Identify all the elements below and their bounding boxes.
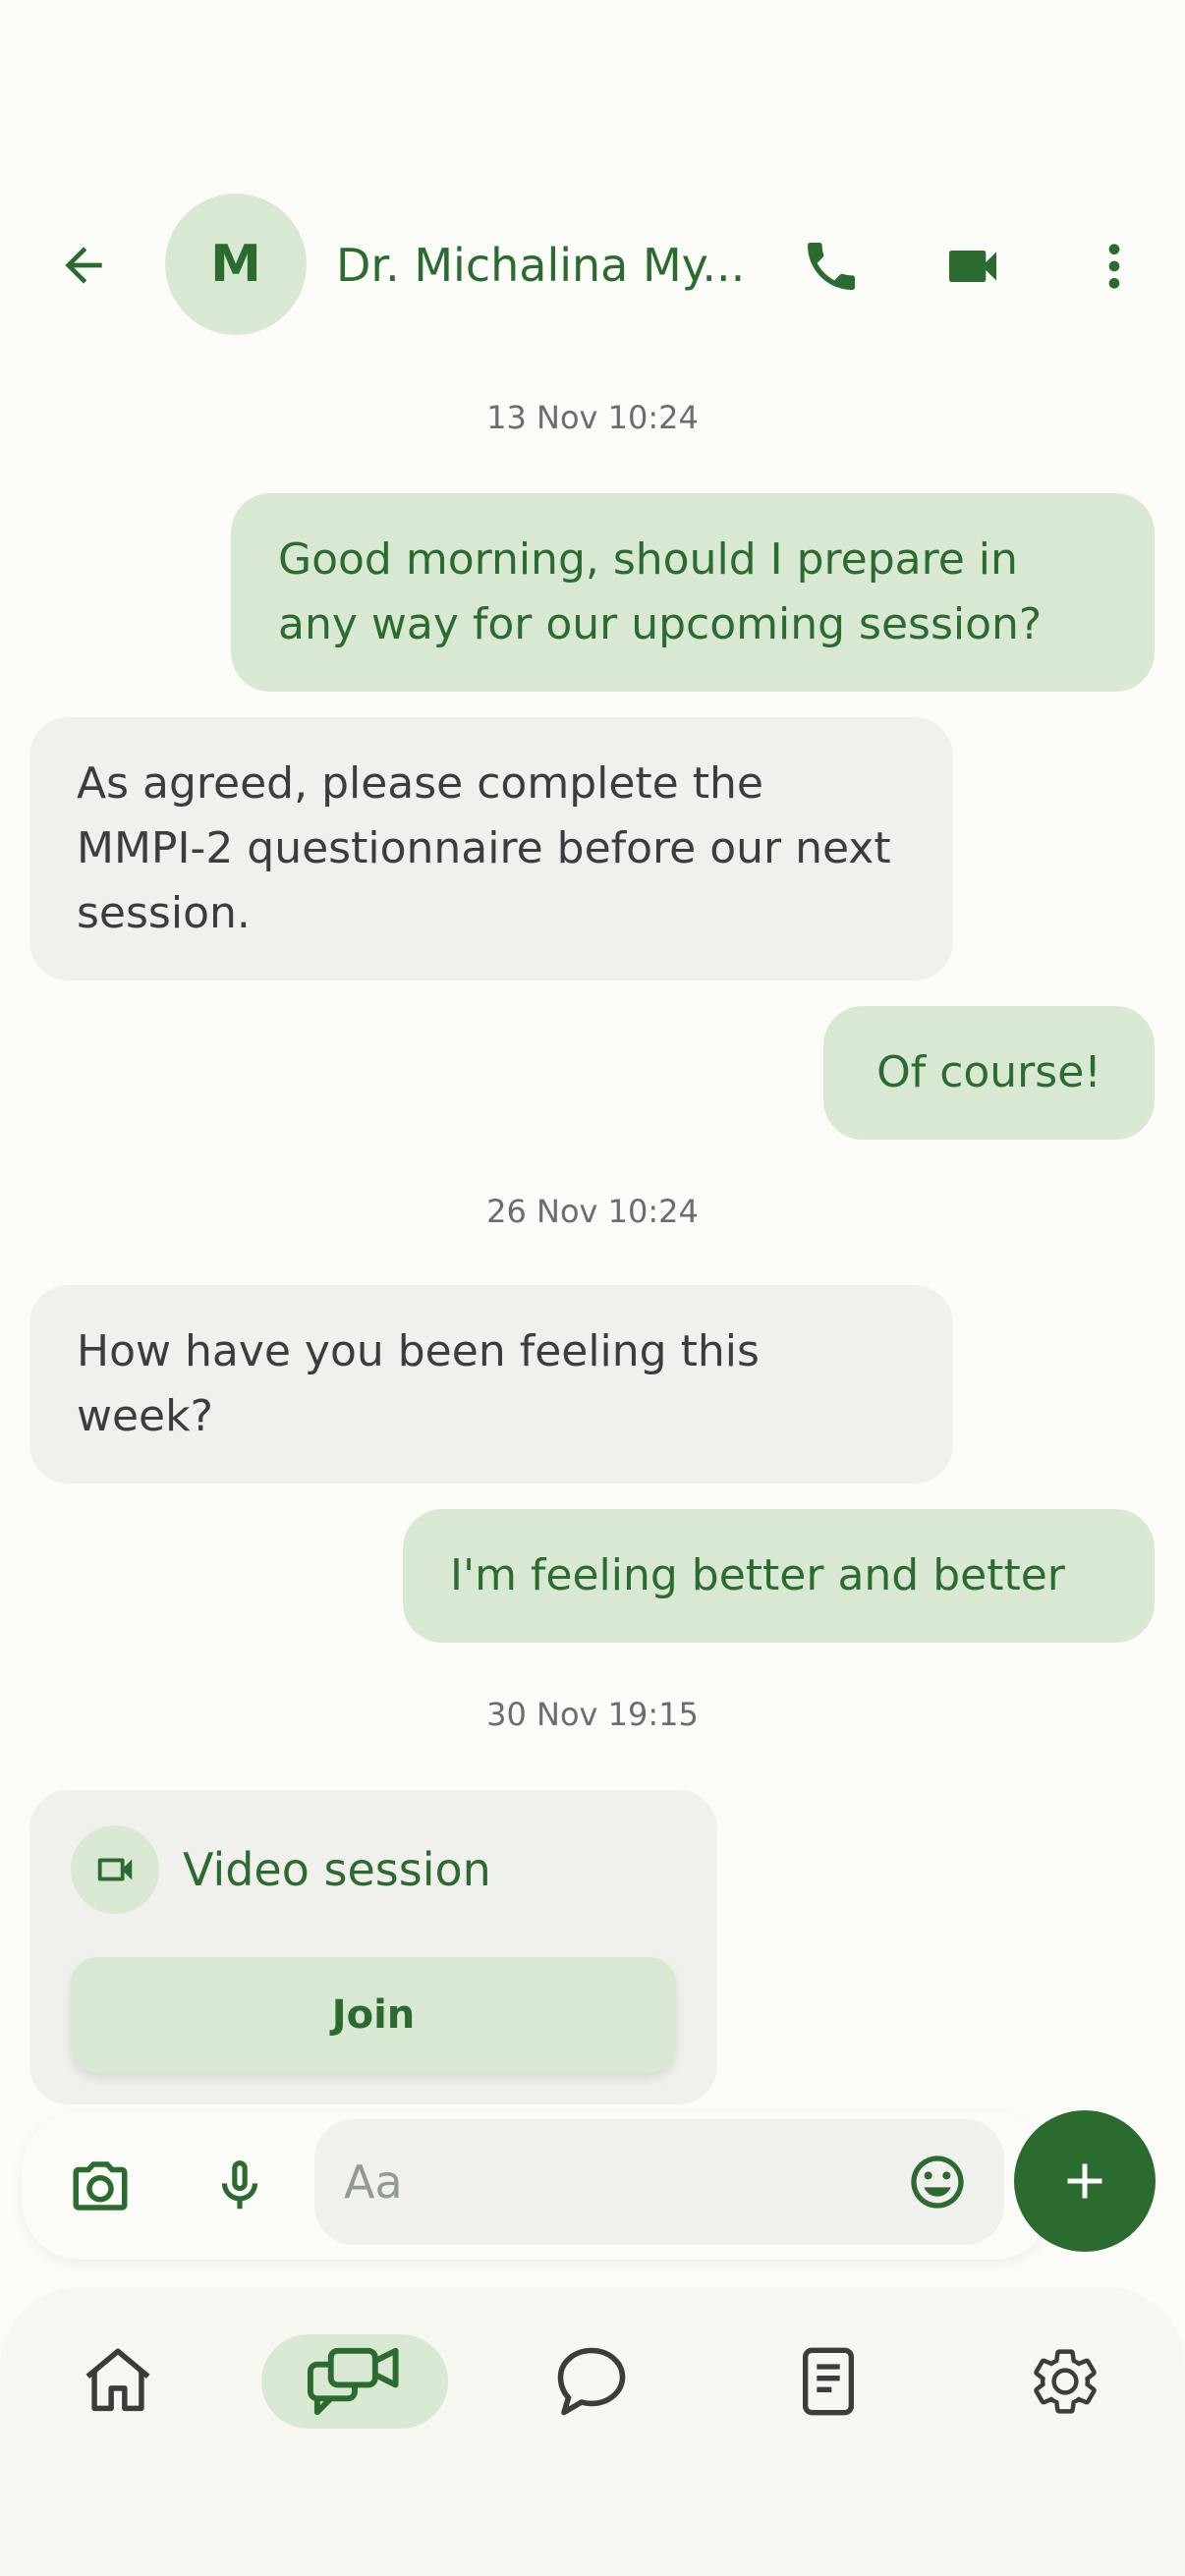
message-incoming[interactable]: How have you been feeling this week?	[29, 1285, 953, 1484]
video-chat-icon	[307, 2347, 399, 2416]
emoji-button[interactable]	[898, 2143, 977, 2221]
camera-icon	[73, 2161, 128, 2211]
timestamp: 30 Nov 19:15	[486, 1696, 699, 1733]
join-button[interactable]: Join	[71, 1957, 676, 2073]
more-options-button[interactable]	[1079, 231, 1150, 302]
chat-bubble-icon	[557, 2347, 626, 2416]
microphone-button[interactable]	[200, 2147, 279, 2225]
timestamp: 13 Nov 10:24	[486, 399, 699, 436]
phone-icon	[808, 243, 855, 290]
message-text: I'm feeling better and better	[450, 1550, 1065, 1600]
bottom-navigation	[0, 2287, 1185, 2576]
video-camera-icon	[949, 251, 996, 282]
message-text: As agreed, please complete the MMPI-2 qu…	[77, 758, 891, 938]
message-outgoing[interactable]: I'm feeling better and better	[403, 1509, 1155, 1643]
notes-icon	[803, 2347, 854, 2416]
emoji-icon	[911, 2156, 964, 2209]
nav-chat[interactable]	[498, 2334, 685, 2429]
arrow-left-icon	[65, 247, 102, 284]
nav-notes[interactable]	[735, 2334, 922, 2429]
video-session-title: Video session	[183, 1843, 491, 1896]
nav-settings[interactable]	[972, 2334, 1158, 2429]
back-button[interactable]	[49, 231, 118, 300]
settings-icon	[1034, 2349, 1097, 2414]
message-input[interactable]	[344, 2149, 894, 2215]
chat-header: M Dr. Michalina My...	[0, 192, 1185, 339]
timestamp: 26 Nov 10:24	[486, 1193, 699, 1230]
message-outgoing[interactable]: Of course!	[823, 1006, 1155, 1140]
message-input-container	[314, 2119, 1004, 2245]
video-session-icon-wrap	[71, 1825, 159, 1914]
nav-home[interactable]	[25, 2334, 211, 2429]
more-vertical-icon	[1108, 244, 1120, 289]
message-outgoing[interactable]: Good morning, should I prepare in any wa…	[231, 493, 1155, 692]
message-text: How have you been feeling this week?	[77, 1326, 760, 1441]
nav-video-sessions[interactable]	[261, 2334, 448, 2429]
call-button[interactable]	[796, 231, 867, 302]
camera-button[interactable]	[61, 2147, 140, 2225]
message-incoming[interactable]: As agreed, please complete the MMPI-2 qu…	[29, 717, 953, 980]
video-session-card: Video session Join	[29, 1790, 717, 2104]
message-text: Of course!	[876, 1047, 1101, 1097]
message-text: Good morning, should I prepare in any wa…	[278, 534, 1043, 649]
video-camera-icon	[97, 1858, 133, 1881]
message-composer	[22, 2112, 1053, 2260]
microphone-icon	[221, 2160, 258, 2210]
home-icon	[85, 2348, 150, 2412]
contact-name[interactable]: Dr. Michalina My...	[336, 233, 754, 298]
plus-icon	[1067, 2163, 1102, 2199]
video-call-button[interactable]	[937, 231, 1008, 302]
avatar[interactable]: M	[165, 194, 307, 335]
add-attachment-button[interactable]	[1014, 2110, 1156, 2252]
